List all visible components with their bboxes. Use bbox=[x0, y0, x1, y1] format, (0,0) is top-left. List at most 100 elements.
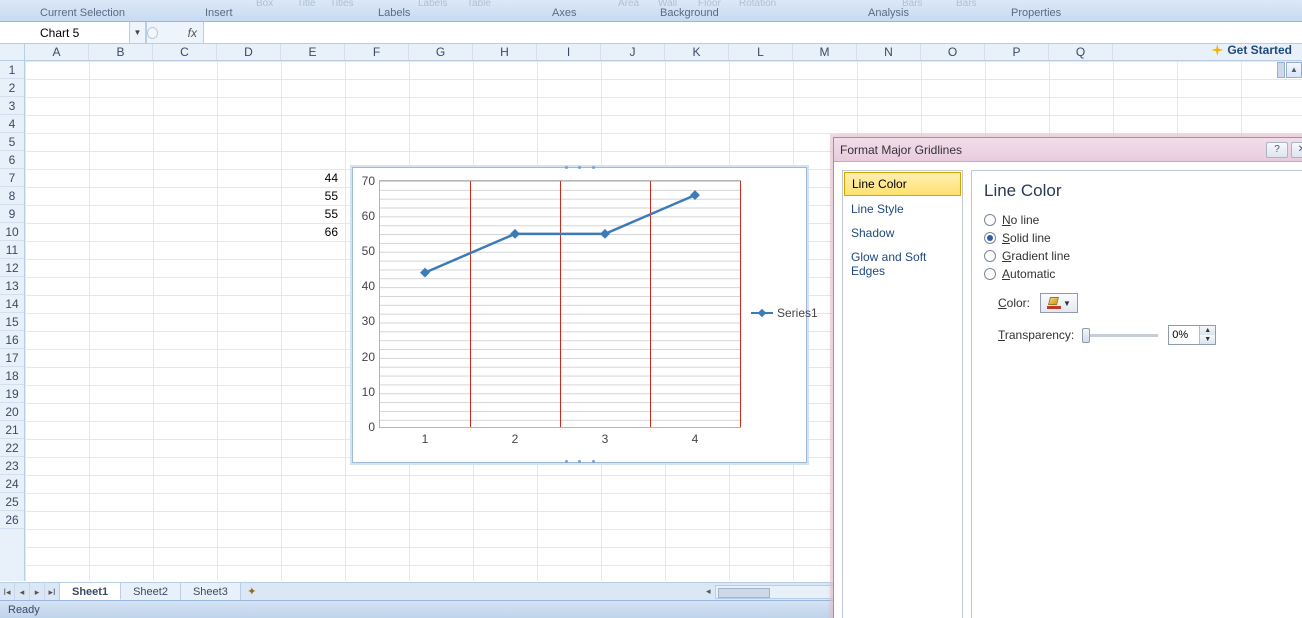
row-header[interactable]: 3 bbox=[0, 97, 24, 115]
y-tick: 70 bbox=[362, 174, 375, 188]
nav-glow[interactable]: Glow and Soft Edges bbox=[843, 245, 962, 283]
col-header[interactable]: K bbox=[665, 44, 729, 60]
paint-bucket-icon bbox=[1047, 297, 1061, 309]
sheet-tab-1[interactable]: Sheet1 bbox=[60, 583, 121, 600]
help-button[interactable]: ? bbox=[1266, 142, 1288, 158]
worksheet-grid[interactable]: 1234567891011121314151617181920212223242… bbox=[0, 61, 1302, 581]
row-header[interactable]: 26 bbox=[0, 511, 24, 529]
tab-next-icon[interactable]: ▸ bbox=[30, 583, 45, 601]
row-header[interactable]: 21 bbox=[0, 421, 24, 439]
radio-icon bbox=[984, 214, 996, 226]
row-header[interactable]: 4 bbox=[0, 115, 24, 133]
transparency-spinbox[interactable]: ▲ ▼ bbox=[1168, 325, 1216, 345]
row-header[interactable]: 23 bbox=[0, 457, 24, 475]
col-header[interactable]: L bbox=[729, 44, 793, 60]
tab-prev-icon[interactable]: ◂ bbox=[15, 583, 30, 601]
name-box[interactable]: Chart 5 bbox=[0, 22, 130, 43]
row-header[interactable]: 5 bbox=[0, 133, 24, 151]
name-box-dropdown[interactable]: ▼ bbox=[130, 22, 146, 43]
row-header[interactable]: 20 bbox=[0, 403, 24, 421]
radio-solid-line[interactable]: Solid line bbox=[984, 229, 1298, 247]
status-text: Ready bbox=[8, 604, 40, 616]
col-header[interactable]: Q bbox=[1049, 44, 1113, 60]
transparency-slider[interactable] bbox=[1084, 334, 1158, 337]
row-header[interactable]: 6 bbox=[0, 151, 24, 169]
nav-line-style[interactable]: Line Style bbox=[843, 197, 962, 221]
col-header[interactable]: E bbox=[281, 44, 345, 60]
row-header[interactable]: 18 bbox=[0, 367, 24, 385]
cells-area[interactable]: ▲ 44 55 55 66 0 10 20 30 40 bbox=[25, 61, 1302, 581]
tab-last-icon[interactable]: ▸I bbox=[45, 583, 59, 601]
col-header[interactable]: B bbox=[89, 44, 153, 60]
chart-plot-area[interactable]: 0 10 20 30 40 50 60 70 1 2 3 4 bbox=[379, 180, 741, 428]
x-tick: 3 bbox=[602, 432, 609, 446]
select-all-corner[interactable] bbox=[0, 44, 25, 60]
scroll-up-button[interactable]: ▲ bbox=[1286, 62, 1302, 78]
slider-thumb[interactable] bbox=[1082, 328, 1090, 343]
column-headers: A B C D E F G H I J K L M N O P Q Get St… bbox=[0, 44, 1302, 61]
row-header[interactable]: 19 bbox=[0, 385, 24, 403]
chart-legend[interactable]: Series1 bbox=[751, 306, 818, 320]
x-tick: 2 bbox=[512, 432, 519, 446]
color-picker-button[interactable]: ▼ bbox=[1040, 293, 1078, 313]
spin-up[interactable]: ▲ bbox=[1200, 326, 1215, 335]
row-header[interactable]: 10 bbox=[0, 223, 24, 241]
row-header[interactable]: 17 bbox=[0, 349, 24, 367]
row-header[interactable]: 22 bbox=[0, 439, 24, 457]
split-box[interactable] bbox=[1277, 62, 1285, 78]
dialog-titlebar[interactable]: Format Major Gridlines ? ✕ bbox=[834, 138, 1302, 162]
row-header[interactable]: 24 bbox=[0, 475, 24, 493]
cancel-icon bbox=[147, 27, 158, 39]
spin-down[interactable]: ▼ bbox=[1200, 335, 1215, 344]
col-header[interactable]: C bbox=[153, 44, 217, 60]
spark-icon bbox=[1211, 44, 1223, 56]
row-header[interactable]: 9 bbox=[0, 205, 24, 223]
col-header[interactable]: I bbox=[537, 44, 601, 60]
nav-line-color[interactable]: Line Color bbox=[844, 172, 961, 196]
ribbon-cmd-faint: Titles bbox=[330, 0, 354, 9]
col-header[interactable]: A bbox=[25, 44, 89, 60]
embedded-chart[interactable]: 0 10 20 30 40 50 60 70 1 2 3 4 bbox=[352, 167, 807, 463]
row-header[interactable]: 11 bbox=[0, 241, 24, 259]
radio-automatic[interactable]: Automatic bbox=[984, 265, 1298, 283]
radio-label: Gradient line bbox=[1002, 249, 1070, 263]
col-header[interactable]: H bbox=[473, 44, 537, 60]
row-header[interactable]: 16 bbox=[0, 331, 24, 349]
fx-label[interactable]: fx bbox=[188, 26, 197, 40]
row-header[interactable]: 25 bbox=[0, 493, 24, 511]
legend-label: Series1 bbox=[777, 306, 818, 320]
formula-input[interactable] bbox=[203, 22, 1302, 43]
radio-no-line[interactable]: No line bbox=[984, 211, 1298, 229]
insert-sheet-button[interactable]: ✦ bbox=[241, 583, 263, 600]
row-header[interactable]: 13 bbox=[0, 277, 24, 295]
transparency-input[interactable] bbox=[1169, 326, 1199, 344]
chart-line-svg bbox=[380, 181, 740, 428]
radio-gradient-line[interactable]: Gradient line bbox=[984, 247, 1298, 265]
nav-shadow[interactable]: Shadow bbox=[843, 221, 962, 245]
col-header[interactable]: O bbox=[921, 44, 985, 60]
col-header[interactable]: N bbox=[857, 44, 921, 60]
row-header[interactable]: 15 bbox=[0, 313, 24, 331]
get-started-link[interactable]: Get Started bbox=[1211, 43, 1292, 57]
row-header[interactable]: 12 bbox=[0, 259, 24, 277]
tab-first-icon[interactable]: I◂ bbox=[0, 583, 15, 601]
ribbon-group: Labels bbox=[378, 7, 410, 19]
sheet-tab-3[interactable]: Sheet3 bbox=[181, 583, 241, 600]
row-header[interactable]: 7 bbox=[0, 169, 24, 187]
col-header[interactable]: P bbox=[985, 44, 1049, 60]
sheet-tab-2[interactable]: Sheet2 bbox=[121, 583, 181, 600]
col-header[interactable]: M bbox=[793, 44, 857, 60]
row-header[interactable]: 8 bbox=[0, 187, 24, 205]
close-x-button[interactable]: ✕ bbox=[1291, 142, 1302, 158]
col-header[interactable]: F bbox=[345, 44, 409, 60]
col-header[interactable]: J bbox=[601, 44, 665, 60]
col-header[interactable]: D bbox=[217, 44, 281, 60]
y-tick: 60 bbox=[362, 209, 375, 223]
row-header[interactable]: 2 bbox=[0, 79, 24, 97]
tab-nav-buttons[interactable]: I◂ ◂ ▸ ▸I bbox=[0, 583, 60, 600]
row-header[interactable]: 1 bbox=[0, 61, 24, 79]
col-header[interactable]: G bbox=[409, 44, 473, 60]
y-tick: 20 bbox=[362, 350, 375, 364]
row-header[interactable]: 14 bbox=[0, 295, 24, 313]
ribbon-group: Axes bbox=[552, 7, 576, 19]
